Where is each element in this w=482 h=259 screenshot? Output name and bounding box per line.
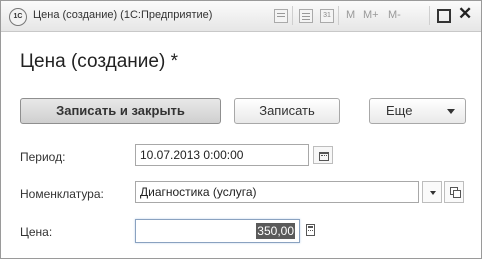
calculator-icon[interactable] [306, 224, 315, 236]
memory-plus-button[interactable]: M+ [363, 8, 379, 23]
nomenclature-dropdown-button[interactable] [422, 181, 442, 203]
price-input[interactable]: 350,00 [135, 219, 300, 243]
nomenclature-field[interactable]: Диагностика (услуга) [135, 181, 419, 203]
date-picker-button[interactable] [313, 146, 333, 164]
save-button[interactable]: Записать [234, 98, 340, 124]
nomenclature-label: Номенклатура: [20, 187, 104, 201]
calendar-icon[interactable]: 31 [320, 9, 334, 23]
more-button-label: Еще [386, 103, 413, 118]
open-item-button[interactable] [444, 181, 464, 203]
chevron-down-icon [447, 109, 455, 114]
toolbar-divider [429, 6, 430, 25]
period-field[interactable]: 10.07.2013 0:00:00 [135, 144, 309, 166]
memory-button[interactable]: M [346, 8, 355, 23]
toolbar-divider [338, 6, 339, 25]
restore-icon[interactable] [437, 9, 451, 23]
print-icon[interactable] [274, 9, 288, 23]
price-value: 350,00 [256, 223, 295, 239]
price-label: Цена: [20, 225, 53, 239]
memory-minus-button[interactable]: M- [388, 8, 401, 23]
save-and-close-button[interactable]: Записать и закрыть [20, 98, 221, 124]
window-title: Цена (создание) (1С:Предприятие) [33, 9, 213, 21]
more-button[interactable]: Еще [369, 98, 466, 124]
close-icon[interactable]: ✕ [458, 4, 472, 24]
title-bar: 1С Цена (создание) (1С:Предприятие) 31 M… [1, 1, 481, 32]
chevron-down-icon [430, 191, 436, 195]
toolbar-divider [292, 6, 293, 25]
table-icon[interactable] [299, 9, 313, 23]
page-title: Цена (создание) * [20, 51, 178, 72]
app-logo-icon[interactable]: 1С [9, 8, 27, 26]
calendar-icon [319, 152, 329, 161]
form-window: 1С Цена (создание) (1С:Предприятие) 31 M… [0, 0, 482, 259]
period-label: Период: [20, 150, 66, 164]
